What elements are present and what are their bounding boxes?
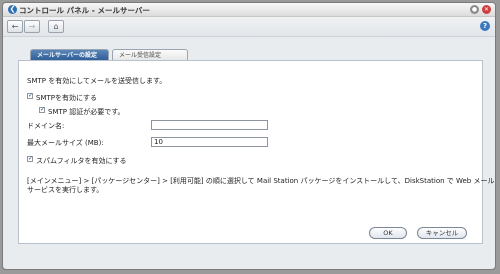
smtp-auth-checkbox[interactable] xyxy=(39,106,45,113)
smtp-enable-checkbox[interactable] xyxy=(27,92,33,99)
window-title: コントロール パネル - メールサーバー xyxy=(19,6,150,15)
help-icon[interactable]: ? xyxy=(480,21,490,31)
domain-label: ドメイン名: xyxy=(27,122,65,130)
back-arrow-icon[interactable]: ← xyxy=(7,20,23,33)
toolbar: ← → ⌂ ? xyxy=(3,17,495,37)
domain-field[interactable] xyxy=(151,120,268,130)
intro-text: SMTP を有効にしてメールを送受信します。 xyxy=(27,77,167,85)
smtp-auth-label: SMTP 認証が必要です。 xyxy=(48,108,125,116)
home-icon[interactable]: ⌂ xyxy=(48,20,64,33)
mail-server-settings: メールサーバーの設定 メール受信設定 SMTP を有効にしてメールを送受信します… xyxy=(18,49,494,244)
title-bar: ❮ コントロール パネル - メールサーバー ● ✕ xyxy=(3,3,495,17)
max-size-field[interactable]: 10 xyxy=(151,137,268,147)
control-panel-window: ❮ コントロール パネル - メールサーバー ● ✕ ← → ⌂ ? メールサー… xyxy=(2,2,496,270)
window-close-icon[interactable]: ✕ xyxy=(482,5,491,14)
smtp-enable-label: SMTPを有効にする xyxy=(36,94,98,102)
tab-mail-receive-settings[interactable]: メール受信設定 xyxy=(112,49,188,60)
settings-panel: SMTP を有効にしてメールを送受信します。 SMTPを有効にする SMTP 認… xyxy=(18,60,494,244)
window-settings-icon[interactable]: ● xyxy=(470,5,479,14)
max-size-label: 最大メールサイズ (MB): xyxy=(27,139,104,147)
cancel-button[interactable]: キャンセル xyxy=(417,227,467,239)
app-icon: ❮ xyxy=(8,5,17,14)
webmail-note-line2: サービスを実行します。 xyxy=(27,186,104,194)
spam-filter-checkbox[interactable] xyxy=(27,155,33,162)
spam-filter-label: スパムフィルタを有効にする xyxy=(36,157,127,165)
ok-button[interactable]: OK xyxy=(369,227,407,239)
tab-mail-server-settings[interactable]: メールサーバーの設定 xyxy=(30,49,109,60)
forward-arrow-icon[interactable]: → xyxy=(24,20,40,33)
